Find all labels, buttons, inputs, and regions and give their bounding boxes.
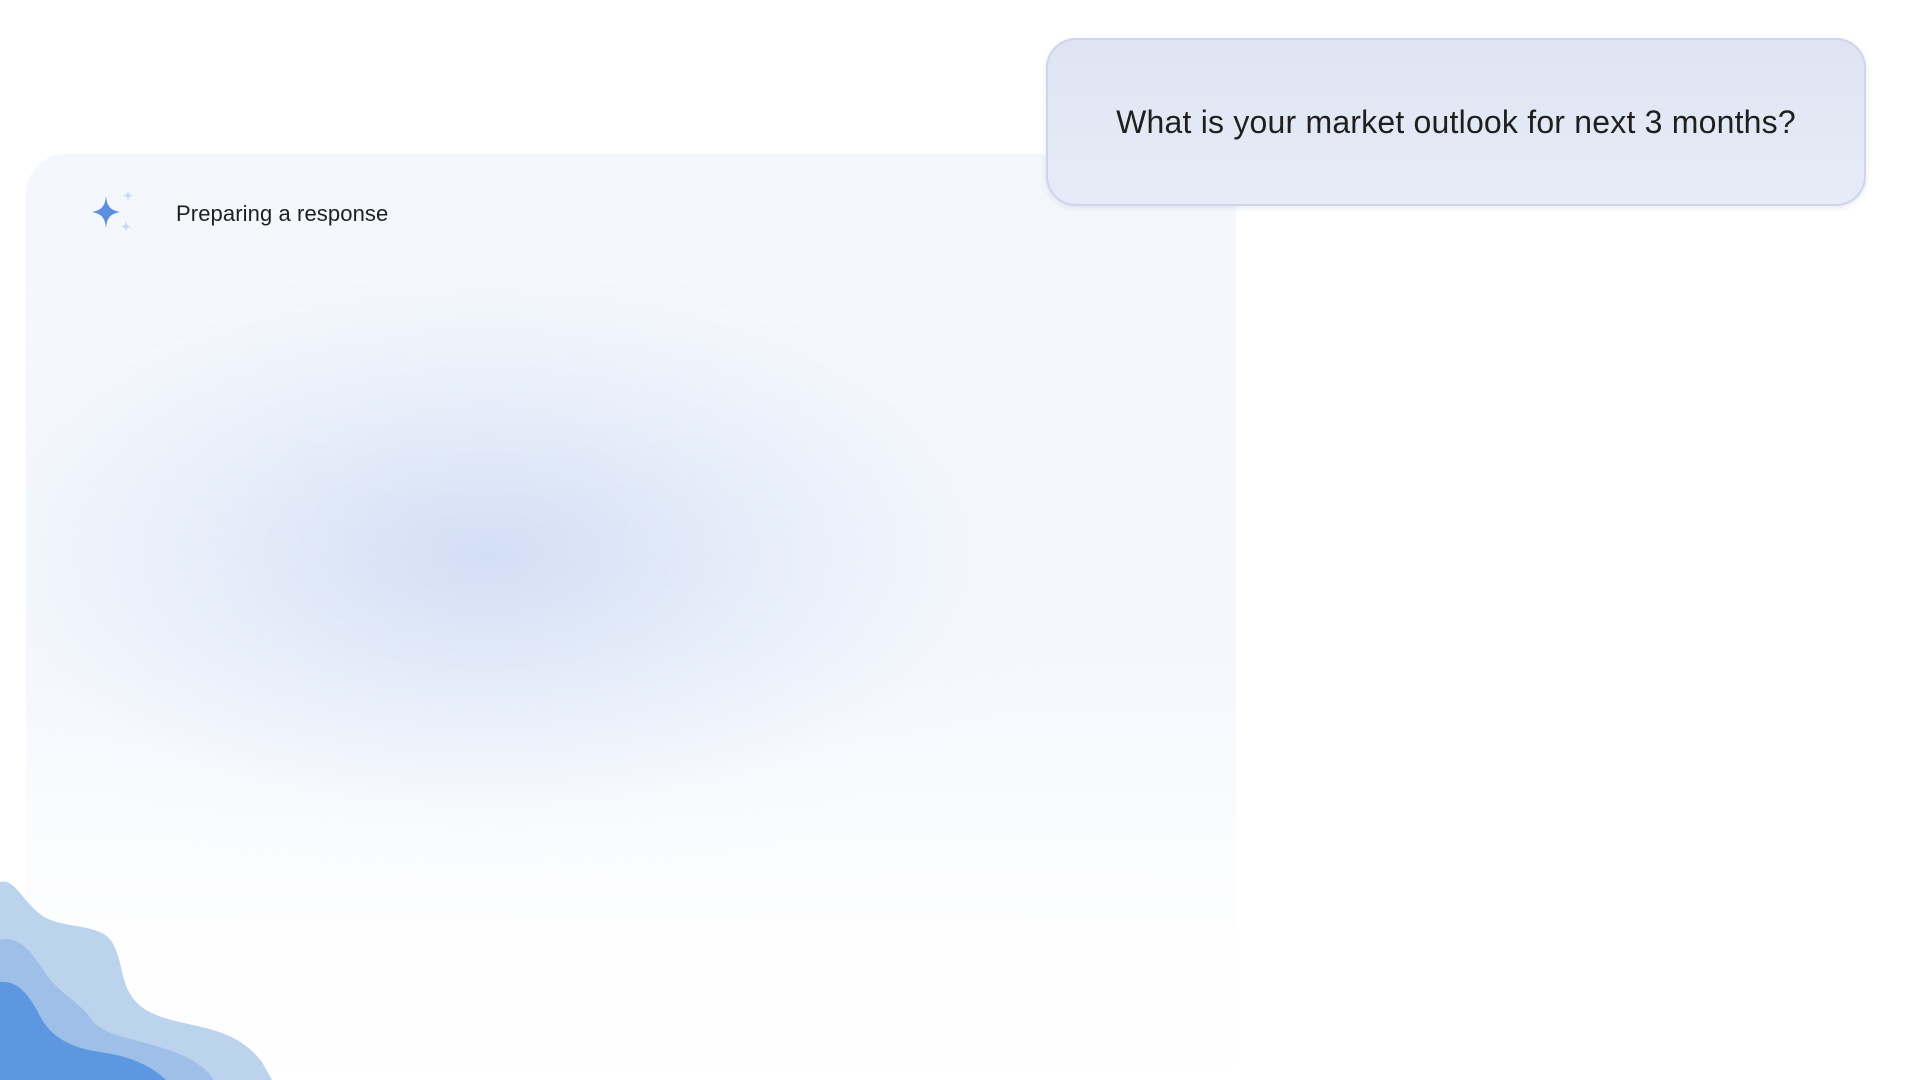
sparkle-icon xyxy=(92,190,133,232)
status-text: Preparing a response xyxy=(176,201,389,226)
wave-decoration xyxy=(0,881,272,1080)
assistant-status: Preparing a response xyxy=(88,188,388,240)
chat-screen: What is your market outlook for next 3 m… xyxy=(0,0,1920,1080)
user-message-text: What is your market outlook for next 3 m… xyxy=(1116,103,1796,140)
user-message-bubble: What is your market outlook for next 3 m… xyxy=(1046,38,1866,206)
